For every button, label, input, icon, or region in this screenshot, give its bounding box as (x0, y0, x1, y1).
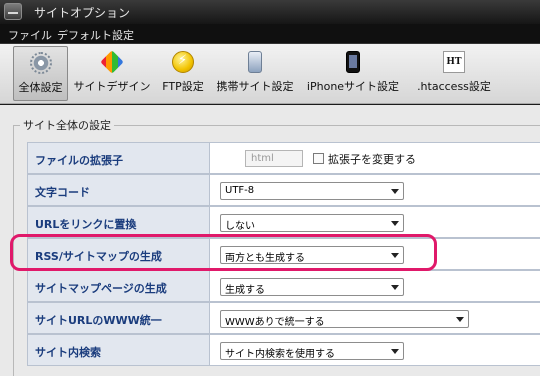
tab-site-design[interactable]: サイトデザイン (70, 46, 154, 101)
chevron-down-icon (391, 189, 399, 194)
setting-label: 文字コード (27, 174, 210, 206)
ftp-icon (172, 51, 194, 73)
tab-mobile-settings[interactable]: 携帯サイト設定 (213, 46, 297, 101)
select-value: UTF-8 (225, 185, 255, 196)
setting-label: サイトURLのWWW統一 (27, 302, 210, 334)
gear-icon (29, 52, 52, 74)
tab-label: iPhoneサイト設定 (306, 80, 400, 93)
encoding-select[interactable]: UTF-8 (220, 182, 404, 200)
sitemap-page-select[interactable]: 生成する (220, 278, 404, 296)
setting-row-file-extension: ファイルの拡張子 html 拡張子を変更する (27, 142, 540, 174)
toolbar: 全体設定 サイトデザイン FTP設定 携帯サイト設定 iPhoneサイト設定 H… (0, 44, 540, 104)
menu-default-settings[interactable]: デフォルト設定 (57, 27, 134, 43)
setting-field: html 拡張子を変更する (210, 142, 540, 174)
change-extension-checkbox[interactable] (313, 153, 324, 164)
setting-row-sitemap-page: サイトマップページの生成 生成する (27, 270, 540, 302)
setting-label: ファイルの拡張子 (27, 142, 210, 174)
window-title: サイトオプション (34, 6, 131, 20)
setting-row-www-unify: サイトURLのWWW統一 WWWありで統一する (27, 302, 540, 334)
tab-label: .htaccess設定 (417, 80, 491, 93)
tab-iphone-settings[interactable]: iPhoneサイト設定 (301, 46, 405, 101)
setting-row-site-search: サイト内検索 サイト内検索を使用する (27, 334, 540, 366)
iphone-icon (346, 51, 360, 73)
setting-field: 生成する (210, 270, 540, 302)
setting-field: サイト内検索を使用する (210, 334, 540, 366)
design-icon (100, 50, 124, 74)
tab-label: サイトデザイン (73, 80, 151, 93)
change-extension-label: 拡張子を変更する (328, 153, 416, 166)
url-link-select[interactable]: しない (220, 214, 404, 232)
site-search-select[interactable]: サイト内検索を使用する (220, 342, 404, 360)
title-bar: サイトオプション (0, 0, 540, 24)
setting-row-encoding: 文字コード UTF-8 (27, 174, 540, 206)
select-value: サイト内検索を使用する (225, 349, 335, 360)
tab-label: FTP設定 (162, 80, 204, 93)
menu-bar: ファイル デフォルト設定 (0, 24, 540, 44)
app-icon (4, 3, 22, 20)
highlight-annotation (10, 234, 437, 271)
select-value: 生成する (225, 285, 265, 296)
select-value: しない (225, 221, 255, 232)
mobile-phone-icon (248, 51, 262, 73)
chevron-down-icon (391, 221, 399, 226)
tab-htaccess-settings[interactable]: HT .htaccess設定 (410, 46, 498, 101)
group-title: サイト全体の設定 (20, 117, 114, 133)
setting-label: サイト内検索 (27, 334, 210, 366)
setting-field: UTF-8 (210, 174, 540, 206)
www-unify-select[interactable]: WWWありで統一する (220, 310, 469, 328)
chevron-down-icon (391, 285, 399, 290)
setting-label: サイトマップページの生成 (27, 270, 210, 302)
tab-global-settings[interactable]: 全体設定 (13, 46, 68, 101)
setting-field: WWWありで統一する (210, 302, 540, 334)
chevron-down-icon (456, 317, 464, 322)
chevron-down-icon (391, 349, 399, 354)
tab-ftp-settings[interactable]: FTP設定 (157, 46, 209, 101)
tab-label: 全体設定 (18, 81, 63, 94)
tab-label: 携帯サイト設定 (216, 80, 294, 93)
menu-file[interactable]: ファイル (8, 27, 52, 43)
select-value: WWWありで統一する (225, 317, 325, 328)
extension-input[interactable]: html (245, 150, 303, 167)
htaccess-icon: HT (443, 51, 465, 73)
